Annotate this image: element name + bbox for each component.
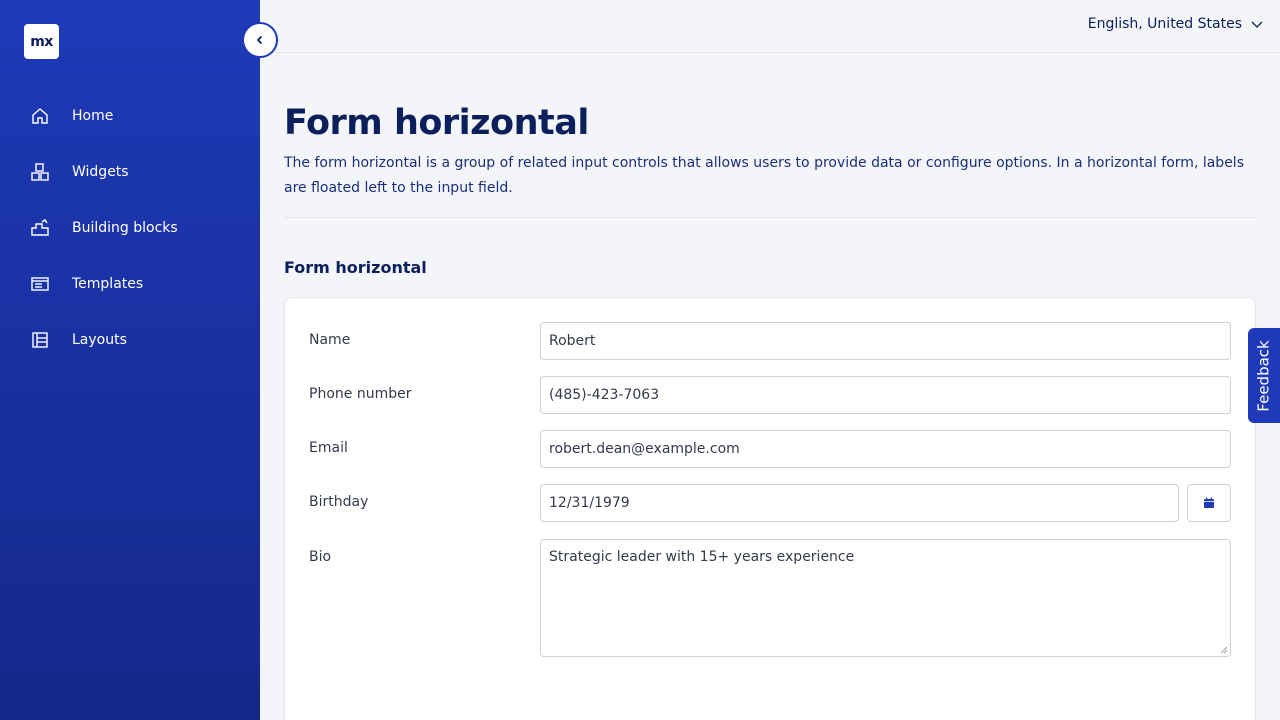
name-value: Robert xyxy=(549,333,596,349)
page-description: The form horizontal is a group of relate… xyxy=(284,155,1244,196)
birthday-input[interactable]: 12/31/1979 xyxy=(540,484,1179,522)
bio-value: Strategic leader with 15+ years experien… xyxy=(549,549,855,565)
email-label: Email xyxy=(309,440,348,456)
sidebar-item-widgets[interactable]: Widgets xyxy=(0,144,260,200)
sidebar-item-templates[interactable]: Templates xyxy=(0,256,260,312)
sidebar-collapse-button[interactable] xyxy=(242,22,278,58)
widgets-icon xyxy=(31,163,49,181)
bio-textarea[interactable]: Strategic leader with 15+ years experien… xyxy=(540,539,1231,657)
language-selector[interactable]: English, United States xyxy=(1088,16,1264,32)
phone-value: (485)-423-7063 xyxy=(549,387,660,403)
birthday-value: 12/31/1979 xyxy=(549,495,630,511)
divider xyxy=(284,217,1256,218)
birthday-label: Birthday xyxy=(309,494,369,510)
templates-icon xyxy=(31,277,49,291)
layouts-icon xyxy=(32,332,48,348)
form-row-bio: Bio Strategic leader with 15+ years expe… xyxy=(309,539,1231,657)
sidebar-item-label: Building blocks xyxy=(72,220,178,236)
feedback-label: Feedback xyxy=(1255,339,1273,412)
chevron-left-icon xyxy=(256,35,263,45)
email-value: robert.dean@example.com xyxy=(549,441,740,457)
chevron-down-icon xyxy=(1251,21,1263,28)
resize-handle-icon[interactable] xyxy=(1220,646,1228,654)
phone-label: Phone number xyxy=(309,386,412,402)
email-input[interactable]: robert.dean@example.com xyxy=(540,430,1231,468)
app-logo[interactable]: mx xyxy=(24,24,59,59)
calendar-button[interactable] xyxy=(1187,484,1231,522)
sidebar-item-label: Templates xyxy=(72,276,144,292)
sidebar-item-label: Home xyxy=(72,108,114,124)
top-bar: English, United States xyxy=(260,0,1280,53)
sidebar-item-building-blocks[interactable]: Building blocks xyxy=(0,200,260,256)
bio-label: Bio xyxy=(309,549,332,565)
sidebar: mx Home Widgets Building blocks Template… xyxy=(0,0,260,720)
section-title: Form horizontal xyxy=(284,258,427,277)
sidebar-item-layouts[interactable]: Layouts xyxy=(0,312,260,368)
sidebar-item-home[interactable]: Home xyxy=(0,88,260,144)
logo-text: mx xyxy=(30,33,53,50)
home-icon xyxy=(32,108,48,124)
main-content: Form horizontal The form horizontal is a… xyxy=(284,53,1256,277)
form-row-phone: Phone number (485)-423-7063 xyxy=(309,376,1231,414)
feedback-tab[interactable]: Feedback xyxy=(1248,328,1280,423)
sidebar-item-label: Layouts xyxy=(72,332,127,348)
name-input[interactable]: Robert xyxy=(540,322,1231,360)
building-blocks-icon xyxy=(31,219,49,236)
phone-input[interactable]: (485)-423-7063 xyxy=(540,376,1231,414)
page-title: Form horizontal xyxy=(284,103,589,143)
sidebar-item-label: Widgets xyxy=(72,164,129,180)
name-label: Name xyxy=(309,332,351,348)
language-label: English, United States xyxy=(1087,16,1242,32)
form-row-email: Email robert.dean@example.com xyxy=(309,430,1231,468)
calendar-icon xyxy=(1204,497,1214,508)
form-row-birthday: Birthday 12/31/1979 xyxy=(309,484,1231,522)
form-row-name: Name Robert xyxy=(309,322,1231,360)
sidebar-nav: Home Widgets Building blocks Templates L… xyxy=(0,88,260,368)
form-card: Name Robert Phone number (485)-423-7063 … xyxy=(284,297,1256,720)
